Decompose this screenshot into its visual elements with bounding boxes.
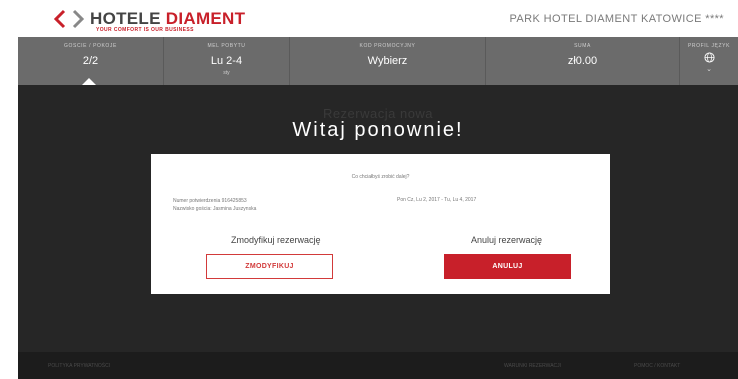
reservation-dates: Pon Cz, Lu 2, 2017 - Tu, Lu 4, 2017 <box>397 197 477 203</box>
modify-button[interactable]: ZMODYFIKUJ <box>206 254 333 279</box>
main-content: Rezerwacja nowa Witaj ponownie! Co chcia… <box>18 85 738 352</box>
terms-link[interactable]: WARUNKI REZERWACJI <box>504 363 561 369</box>
guests-rooms-selector[interactable]: GOŚCIE / POKOJE 2/2 <box>18 37 164 85</box>
cancel-reservation-label: Anuluj rezerwację <box>471 235 543 245</box>
reservation-card: Co chciałbyś zrobić dalej? Numer potwier… <box>151 154 610 294</box>
confirmation-number: Numer potwierdzenia 916425853 <box>173 198 247 204</box>
welcome-title: Witaj ponownie! <box>292 119 464 141</box>
chevron-down-icon: ⌄ <box>706 66 712 73</box>
booking-bar: GOŚCIE / POKOJE 2/2 MEL POBYTU Lu 2-4 st… <box>18 37 738 85</box>
guest-name: Nazwisko gościa: Jasmina Juszynska <box>173 206 257 212</box>
site-header: HOTELE DIAMENT YOUR COMFORT IS OUR BUSIN… <box>0 0 738 36</box>
diamond-logo-icon <box>53 9 85 29</box>
total-caption: SUMA <box>574 43 591 49</box>
promo-value: Wybierz <box>367 55 408 67</box>
modify-reservation-label: Zmodyfikuj rezerwację <box>231 235 321 245</box>
dates-month: sty <box>223 70 230 76</box>
reservation-details: Numer potwierdzenia 916425853 Nazwisko g… <box>173 197 256 213</box>
dates-caption: MEL POBYTU <box>207 43 246 49</box>
next-step-question: Co chciałbyś zrobić dalej? <box>351 174 410 180</box>
guests-caption: GOŚCIE / POKOJE <box>64 43 117 49</box>
promo-caption: KOD PROMOCYJNY <box>359 43 416 49</box>
stay-dates-selector[interactable]: MEL POBYTU Lu 2-4 sty <box>164 37 290 85</box>
dates-value: Lu 2-4 <box>210 55 243 67</box>
logo-wordmark: HOTELE DIAMENT <box>90 9 246 28</box>
language-selector[interactable]: PROFIL JĘZYK ⌄ <box>680 37 738 85</box>
help-link[interactable]: POMOC / KONTAKT <box>634 363 680 369</box>
privacy-link[interactable]: POLITYKA PRYWATNOŚCI <box>48 363 110 369</box>
total-summary[interactable]: SUMA zł0.00 <box>486 37 680 85</box>
cancel-button[interactable]: ANULUJ <box>444 254 571 279</box>
guests-value: 2/2 <box>82 55 99 67</box>
site-footer: POLITYKA PRYWATNOŚCI WARUNKI REZERWACJI … <box>18 352 738 379</box>
globe-icon <box>680 52 738 66</box>
active-pointer <box>82 78 96 85</box>
promo-code-selector[interactable]: KOD PROMOCYJNY Wybierz <box>290 37 486 85</box>
logo-tagline: YOUR COMFORT IS OUR BUSINESS <box>96 27 194 33</box>
language-caption: PROFIL JĘZYK <box>687 43 731 49</box>
total-value: zł0.00 <box>567 55 598 67</box>
hotel-logo[interactable]: HOTELE DIAMENT YOUR COMFORT IS OUR BUSIN… <box>50 6 245 34</box>
hotel-name: PARK HOTEL DIAMENT KATOWICE **** <box>509 13 724 25</box>
